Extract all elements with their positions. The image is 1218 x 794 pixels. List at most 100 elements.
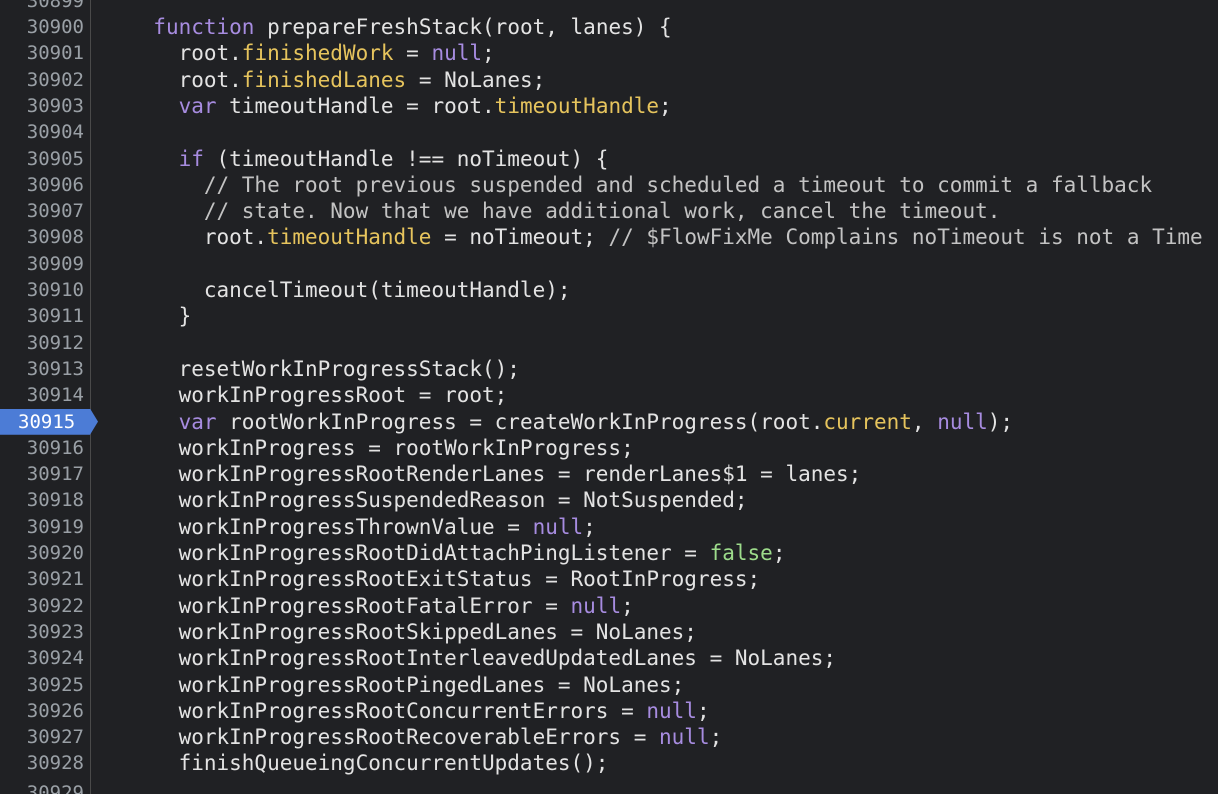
code-token: timeoutHandle [267, 225, 432, 250]
line-number[interactable]: 30907 [0, 198, 84, 224]
code-line-content: workInProgressSuspendedReason = NotSuspe… [128, 487, 748, 513]
code-token: finishedLanes [241, 67, 407, 92]
code-token: ; [621, 593, 634, 618]
code-line[interactable]: var rootWorkInProgress = createWorkInPro… [91, 409, 1218, 435]
code-line[interactable]: workInProgressRootSkippedLanes = NoLanes… [91, 619, 1218, 645]
code-token: ; [659, 93, 672, 118]
code-line[interactable]: workInProgressRootConcurrentErrors = nul… [91, 698, 1218, 724]
line-number[interactable]: 30921 [0, 566, 84, 592]
active-line-number[interactable]: 30915 [0, 408, 98, 435]
code-line-content: // The root previous suspended and sched… [128, 172, 1152, 198]
code-token: current [823, 409, 912, 434]
line-number[interactable]: 30909 [0, 251, 84, 277]
line-number[interactable]: 30908 [0, 224, 84, 250]
code-line-content: workInProgressRootInterleavedUpdatedLane… [128, 645, 836, 671]
code-line[interactable]: resetWorkInProgressStack(); [91, 356, 1218, 382]
line-number[interactable]: 30928 [0, 750, 84, 776]
code-token: finishedWork [241, 41, 394, 66]
code-token: root. [128, 67, 242, 92]
code-line[interactable]: workInProgressRootPingedLanes = NoLanes; [91, 672, 1218, 698]
code-token: workInProgressRootPingedLanes = NoLanes; [128, 672, 685, 697]
line-number[interactable]: 30919 [0, 514, 84, 540]
line-number[interactable]: 30922 [0, 593, 84, 619]
code-line[interactable]: var timeoutHandle = root.timeoutHandle; [91, 93, 1218, 119]
code-token: resetWorkInProgressStack(); [128, 356, 520, 381]
code-token: // The root previous suspended and sched… [128, 172, 1153, 197]
code-line[interactable]: workInProgressThrownValue = null; [91, 514, 1218, 540]
line-number[interactable]: 30911 [0, 303, 84, 329]
line-number[interactable]: 30918 [0, 487, 84, 513]
code-line[interactable] [91, 119, 1218, 145]
line-number[interactable]: 30903 [0, 93, 84, 119]
code-token: ; [583, 514, 596, 539]
code-editor[interactable]: 30899 30929 30900 30901 30902 30903 30904 309… [0, 0, 1218, 794]
code-line[interactable]: root.finishedLanes = NoLanes; [91, 67, 1218, 93]
code-line[interactable]: // The root previous suspended and sched… [91, 172, 1218, 198]
code-token: = [393, 41, 432, 66]
line-number[interactable]: 30904 [0, 119, 84, 145]
line-number[interactable]: 30902 [0, 67, 84, 93]
code-line[interactable]: } [91, 303, 1218, 329]
code-line[interactable]: workInProgressRootRecoverableErrors = nu… [91, 724, 1218, 750]
code-line[interactable]: workInProgress = rootWorkInProgress; [91, 435, 1218, 461]
code-line[interactable]: root.finishedWork = null; [91, 40, 1218, 66]
line-number[interactable]: 30927 [0, 724, 84, 750]
code-line[interactable]: workInProgressRootInterleavedUpdatedLane… [91, 645, 1218, 671]
code-line[interactable]: workInProgressRootDidAttachPingListener … [91, 540, 1218, 566]
code-line[interactable]: finishQueueingConcurrentUpdates(); [91, 750, 1218, 776]
code-line[interactable]: function prepareFreshStack(root, lanes) … [91, 14, 1218, 40]
code-area[interactable]: function prepareFreshStack(root, lanes) … [91, 0, 1218, 794]
code-line-content: } [128, 303, 192, 329]
line-number[interactable]: 30925 [0, 672, 84, 698]
line-number[interactable]: 30901 [0, 40, 84, 66]
line-number[interactable]: 30917 [0, 461, 84, 487]
code-token: = noTimeout; [431, 225, 609, 250]
code-token: function [153, 15, 255, 39]
code-line[interactable]: workInProgressRootExitStatus = RootInPro… [91, 566, 1218, 592]
line-number[interactable]: 30923 [0, 619, 84, 645]
code-token: ; [696, 698, 710, 723]
line-number[interactable]: 30913 [0, 356, 84, 382]
code-line-content: workInProgressRootRenderLanes = renderLa… [128, 461, 862, 487]
code-token: ; [709, 725, 723, 750]
line-number[interactable]: 30914 [0, 382, 84, 408]
code-token: workInProgress = rootWorkInProgress; [128, 435, 634, 460]
line-number[interactable]: 30910 [0, 277, 84, 303]
code-token: null [532, 514, 584, 539]
code-token: workInProgressRootFatalError = [128, 593, 571, 618]
code-line-content: workInProgressRootPingedLanes = NoLanes; [128, 672, 685, 698]
code-line-content: workInProgress = rootWorkInProgress; [128, 435, 634, 461]
code-token: workInProgressRoot = root; [128, 383, 508, 408]
code-line[interactable]: workInProgressRootRenderLanes = renderLa… [91, 461, 1218, 487]
line-number[interactable]: 30906 [0, 172, 84, 198]
code-line-content: // state. Now that we have additional wo… [128, 198, 1001, 224]
code-line[interactable]: // state. Now that we have additional wo… [91, 198, 1218, 224]
line-number[interactable]: 30916 [0, 435, 84, 461]
line-number[interactable]: 30900 [0, 14, 84, 40]
code-line-content: workInProgressRootRecoverableErrors = nu… [128, 724, 723, 750]
code-token: null [659, 725, 710, 750]
code-line[interactable]: workInProgressSuspendedReason = NotSuspe… [91, 487, 1218, 513]
code-line[interactable]: workInProgressRootFatalError = null; [91, 593, 1218, 619]
line-number-gutter[interactable]: 30899 30929 30900 30901 30902 30903 30904 309… [0, 0, 98, 794]
line-number[interactable]: 30920 [0, 540, 84, 566]
line-number[interactable]: 30912 [0, 330, 84, 356]
code-line[interactable]: root.timeoutHandle = noTimeout; // $Flow… [91, 224, 1218, 250]
line-number[interactable]: 30926 [0, 698, 84, 724]
code-line[interactable]: cancelTimeout(timeoutHandle); [91, 277, 1218, 303]
code-token: // state. Now that we have additional wo… [128, 199, 1001, 224]
code-line[interactable] [91, 251, 1218, 277]
line-number[interactable]: 30905 [0, 146, 84, 172]
code-token: } [128, 304, 192, 329]
code-line-content: var rootWorkInProgress = createWorkInPro… [128, 409, 1014, 435]
line-number[interactable]: 30924 [0, 645, 84, 671]
code-token: var [178, 409, 217, 434]
code-line[interactable] [91, 330, 1218, 356]
code-token: null [570, 593, 622, 618]
code-line[interactable]: if (timeoutHandle !== noTimeout) { [91, 146, 1218, 172]
code-line[interactable]: workInProgressRoot = root; [91, 382, 1218, 408]
code-token: null [431, 41, 483, 66]
